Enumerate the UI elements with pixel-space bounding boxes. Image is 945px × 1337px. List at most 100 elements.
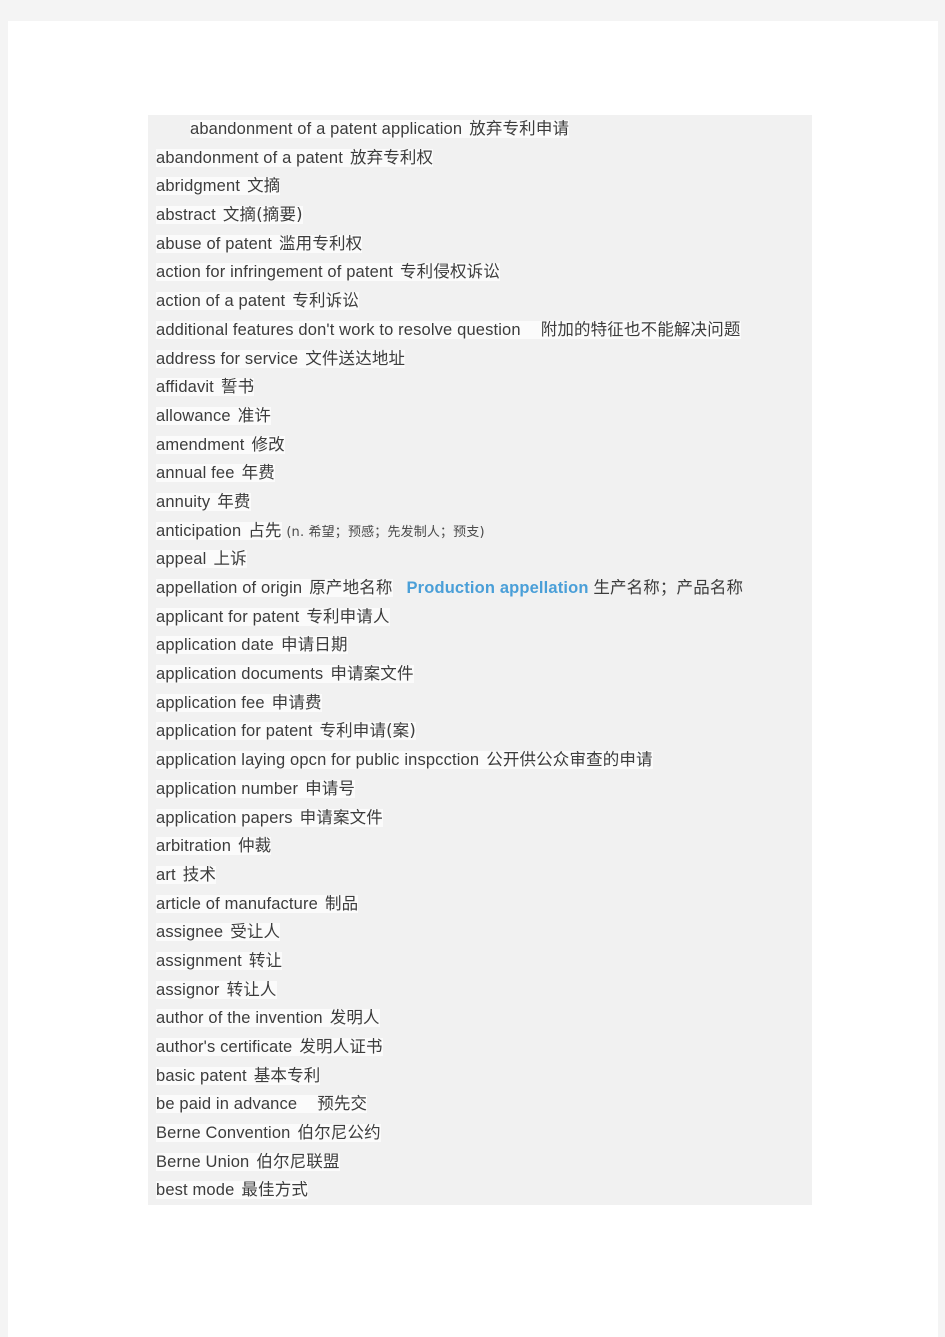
entry-highlight: application number 申请号 <box>156 778 356 798</box>
entry-term: application documents <box>156 665 324 684</box>
entry-translation: 转让 <box>248 950 283 970</box>
entry-term: assignment <box>156 951 242 970</box>
entry-highlight: author of the invention 发明人 <box>156 1008 380 1028</box>
entry-term: application papers <box>156 808 293 827</box>
glossary-entry: anticipation 占先 (n. 希望；预感；先发制人；预支) <box>148 517 812 546</box>
entry-highlight: anticipation 占先 <box>156 521 282 540</box>
entry-term: abuse of patent <box>156 234 273 253</box>
entry-highlight: allowance 准许 <box>156 406 272 425</box>
entry-term: best mode <box>156 1181 235 1200</box>
entry-translation: 申请费 <box>271 692 322 712</box>
entry-highlight: arbitration 仲裁 <box>156 836 272 856</box>
entry-term: applicant for patent <box>156 607 300 626</box>
entry-translation: 誓书 <box>220 377 255 397</box>
glossary-entry: arbitration 仲裁 <box>148 832 812 861</box>
glossary-entry: affidavit 誓书 <box>148 373 812 402</box>
glossary-list: abandonment of a patent application 放弃专利申… <box>148 115 812 1206</box>
entry-term: Berne Union <box>156 1152 250 1171</box>
entry-term: address for service <box>156 349 299 368</box>
glossary-entry: abandonment of a patent 放弃专利权 <box>148 144 812 173</box>
glossary-entry: application for patent 专利申请(案) <box>148 717 812 746</box>
glossary-entry: Berne Union 伯尔尼联盟 <box>148 1148 812 1177</box>
glossary-entry: basic patent 基本专利 <box>148 1062 812 1091</box>
entry-highlight: article of manufacture 制品 <box>156 893 359 913</box>
entry-term: action for infringement of patent <box>156 263 394 282</box>
entry-term: appellation of origin <box>156 579 303 597</box>
entry-term: application date <box>156 636 274 655</box>
glossary-entry: best mode 最佳方式 <box>148 1176 812 1205</box>
entry-translation: 年费 <box>217 491 251 511</box>
glossary-entry: Berne Convention 伯尔尼公约 <box>148 1119 812 1148</box>
entry-translation: 申请日期 <box>281 635 348 655</box>
entry-term: art <box>156 865 176 884</box>
entry-highlight: address for service 文件送达地址 <box>156 348 406 368</box>
entry-highlight: amendment 修改 <box>156 435 285 454</box>
glossary-entry: assignee 受让人 <box>148 918 812 947</box>
entry-highlight: Berne Convention 伯尔尼公约 <box>156 1123 381 1143</box>
entry-term: article of manufacture <box>156 894 318 913</box>
glossary-entry: author's certificate 发明人证书 <box>148 1033 812 1062</box>
glossary-entry: allowance 准许 <box>148 402 812 431</box>
glossary-entry: be paid in advance 预先交 <box>148 1090 812 1119</box>
glossary-entry: author of the invention 发明人 <box>148 1004 812 1033</box>
entry-translation: 制品 <box>324 893 359 913</box>
entry-highlight: additional features don't work to resolv… <box>156 319 741 339</box>
entry-translation: 申请案文件 <box>299 807 383 827</box>
entry-highlight: Berne Union 伯尔尼联盟 <box>156 1151 340 1171</box>
glossary-entry: assignor 转让人 <box>148 976 812 1005</box>
glossary-entry: application number 申请号 <box>148 775 812 804</box>
glossary-entry: application date 申请日期 <box>148 631 812 660</box>
entry-term: abandonment of a patent application <box>190 120 463 138</box>
entry-term: anticipation <box>156 521 242 540</box>
entry-term: be paid in advance <box>156 1095 298 1114</box>
entry-highlight: be paid in advance 预先交 <box>156 1094 368 1114</box>
entry-translation: 文件送达地址 <box>305 348 406 368</box>
entry-highlight: abandonment of a patent 放弃专利权 <box>156 147 434 167</box>
entry-term: abstract <box>156 206 216 225</box>
entry-highlight: action of a patent 专利诉讼 <box>156 291 359 311</box>
entry-highlight: assignor 转让人 <box>156 979 277 999</box>
entry-translation: 发明人证书 <box>299 1037 383 1056</box>
entry-translation: 最佳方式 <box>241 1180 309 1200</box>
entry-highlight: application documents 申请案文件 <box>156 664 414 684</box>
entry-accent-translation: 生产名称；产品名称 <box>593 578 744 597</box>
glossary-entry: action for infringement of patent 专利侵权诉讼 <box>148 258 812 287</box>
glossary-entry: annuity 年费 <box>148 488 812 517</box>
entry-highlight: annuity 年费 <box>156 491 251 511</box>
entry-term: author's certificate <box>156 1038 293 1056</box>
entry-term: application laying opcn for public inspc… <box>156 751 480 770</box>
entry-highlight: application for patent 专利申请(案) <box>156 721 416 741</box>
entry-translation: 申请案文件 <box>330 664 414 684</box>
entry-translation: 公开供公众审查的申请 <box>486 750 653 770</box>
entry-translation: 放弃专利权 <box>349 147 434 167</box>
entry-term: affidavit <box>156 378 214 397</box>
entry-translation: 文摘(摘要) <box>222 205 303 225</box>
entry-translation: 申请号 <box>305 778 356 798</box>
glossary-entry: application documents 申请案文件 <box>148 660 812 689</box>
entry-translation: 附加的特征也不能解决问题 <box>540 319 741 339</box>
entry-translation: 伯尔尼联盟 <box>256 1151 340 1171</box>
entry-translation: 文摘 <box>247 176 281 196</box>
glossary-entry: application papers 申请案文件 <box>148 804 812 833</box>
entry-translation: 伯尔尼公约 <box>297 1123 381 1143</box>
entry-highlight: author's certificate 发明人证书 <box>156 1037 383 1056</box>
entry-highlight: action for infringement of patent 专利侵权诉讼 <box>156 262 500 282</box>
entry-highlight: assignee 受让人 <box>156 922 281 942</box>
entry-highlight: abridgment 文摘 <box>156 176 281 196</box>
entry-translation: 上诉 <box>213 549 247 569</box>
entry-highlight: affidavit 誓书 <box>156 377 255 397</box>
entry-highlight: abuse of patent 滥用专利权 <box>156 234 363 253</box>
entry-translation: 专利诉讼 <box>292 291 359 311</box>
entry-highlight: appellation of origin 原产地名称 <box>156 578 393 597</box>
entry-term: appeal <box>156 550 207 569</box>
entry-term: application number <box>156 779 299 798</box>
entry-translation: 转让人 <box>226 979 277 999</box>
entry-highlight: abstract 文摘(摘要) <box>156 205 303 225</box>
entry-highlight: application date 申请日期 <box>156 635 348 655</box>
entry-translation: 基本专利 <box>253 1065 321 1085</box>
glossary-entry: address for service 文件送达地址 <box>148 345 812 374</box>
entry-highlight: assignment 转让 <box>156 950 283 970</box>
entry-term: action of a patent <box>156 292 286 311</box>
glossary-entry: action of a patent 专利诉讼 <box>148 287 812 316</box>
entry-term: allowance <box>156 406 231 425</box>
